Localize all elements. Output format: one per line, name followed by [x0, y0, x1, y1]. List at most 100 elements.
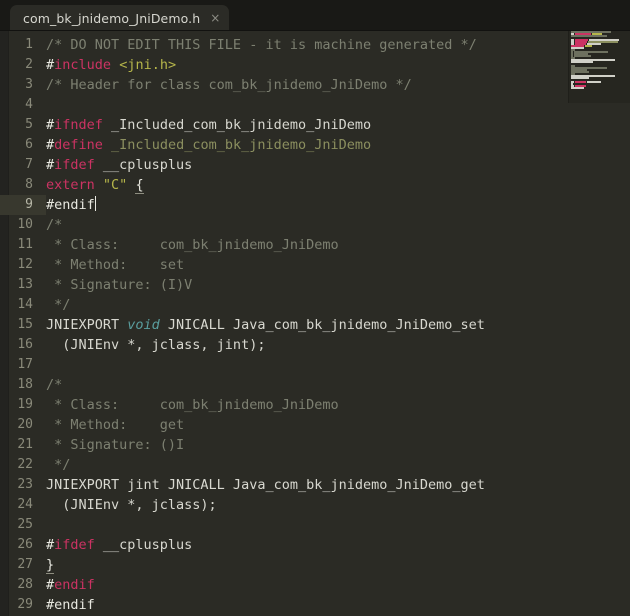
code-text: * Class: com_bk_jnidemo_JniDemo — [46, 395, 338, 415]
code-line[interactable]: 17 — [10, 355, 630, 375]
code-text: * Class: com_bk_jnidemo_JniDemo — [46, 235, 339, 255]
code-line[interactable]: 19 * Class: com_bk_jnidemo_JniDemo — [10, 395, 630, 415]
code-text: (JNIEnv *, jclass, jint); — [46, 335, 265, 355]
code-token: # — [46, 57, 55, 73]
line-number: 2 — [25, 57, 33, 72]
close-icon[interactable]: × — [210, 12, 220, 24]
code-token: include — [54, 57, 112, 73]
code-line[interactable]: 10 /* — [10, 215, 630, 235]
code-text: #ifndef _Included_com_bk_jnidemo_JniDemo — [46, 115, 371, 135]
code-token: void — [127, 317, 160, 333]
line-number: 3 — [25, 77, 33, 92]
editor-tab-active[interactable]: com_bk_jnidemo_JniDemo.h × — [10, 5, 230, 31]
code-line[interactable]: 5 #ifndef _Included_com_bk_jnidemo_JniDem… — [10, 115, 630, 135]
code-text: #endif — [46, 595, 95, 615]
code-text: JNIEXPORT jint JNICALL Java_com_bk_jnide… — [46, 475, 485, 495]
code-editor-window: com_bk_jnidemo_JniDemo.h × 1 /* DO NOT ED… — [0, 0, 630, 616]
line-number: 19 — [17, 397, 33, 412]
code-line[interactable]: 1 /* DO NOT EDIT THIS FILE - it is machin… — [10, 35, 630, 55]
minimap-segment — [574, 55, 592, 57]
line-number: 13 — [17, 277, 33, 292]
line-number: 7 — [25, 157, 33, 172]
line-number: 23 — [17, 477, 33, 492]
code-text: /* — [46, 375, 62, 395]
editor-tab-bar: com_bk_jnidemo_JniDemo.h × — [0, 0, 630, 31]
code-line[interactable]: 9 #endif — [0, 195, 630, 215]
code-line[interactable]: 26 #ifdef __cplusplus — [10, 535, 630, 555]
code-line[interactable]: 24 (JNIEnv *, jclass); — [10, 495, 630, 515]
line-number: 12 — [17, 257, 33, 272]
code-line[interactable]: 7 #ifdef __cplusplus — [10, 155, 630, 175]
code-token: define — [54, 137, 103, 153]
code-line[interactable]: 25 — [10, 515, 630, 535]
code-line[interactable]: 23 JNIEXPORT jint JNICALL Java_com_bk_jni… — [10, 475, 630, 495]
code-text: * Method: get — [46, 415, 184, 435]
code-token: # — [46, 117, 55, 133]
code-line[interactable]: 8 extern "C" { — [10, 175, 630, 195]
code-text: #endif — [46, 575, 95, 595]
line-number: 5 — [25, 117, 33, 132]
editor-body[interactable]: 1 /* DO NOT EDIT THIS FILE - it is machin… — [0, 31, 630, 616]
code-text: } — [46, 555, 55, 575]
line-number: 10 — [17, 217, 33, 232]
code-line[interactable]: 12 * Method: set — [10, 255, 630, 275]
line-number: 28 — [17, 577, 33, 592]
line-number: 4 — [25, 97, 33, 112]
code-lines-container[interactable]: 1 /* DO NOT EDIT THIS FILE - it is machin… — [0, 35, 630, 616]
code-line[interactable]: 16 (JNIEnv *, jclass, jint); — [10, 335, 630, 355]
minimap-segment — [571, 35, 607, 37]
code-text: */ — [46, 295, 70, 315]
code-line[interactable]: 21 * Signature: ()I — [10, 435, 630, 455]
minimap-segment — [571, 87, 584, 89]
code-line[interactable]: 20 * Method: get — [10, 415, 630, 435]
code-token: # — [46, 537, 55, 553]
line-number: 29 — [17, 597, 33, 612]
minimap-segment — [571, 77, 589, 79]
line-number: 21 — [17, 437, 33, 452]
code-token: _Included_com_bk_jnidemo_JniDemo — [102, 137, 372, 153]
line-number: 15 — [17, 317, 33, 332]
line-number: 22 — [17, 457, 33, 472]
code-token: # — [46, 137, 55, 153]
code-token: "C" — [102, 177, 128, 193]
code-token: * Signature: (I)V — [46, 277, 193, 293]
code-token: /* Header for class com_bk_jnidemo_JniDe… — [46, 77, 412, 93]
code-line[interactable]: 6 #define _Included_com_bk_jnidemo_JniDem… — [10, 135, 630, 155]
code-line[interactable]: 11 * Class: com_bk_jnidemo_JniDemo — [10, 235, 630, 255]
line-number: 11 — [17, 237, 33, 252]
code-minimap[interactable] — [568, 31, 630, 103]
editor-tab-label: com_bk_jnidemo_JniDemo.h — [23, 10, 201, 26]
code-line[interactable]: 15 JNIEXPORT void JNICALL Java_com_bk_jni… — [10, 315, 630, 335]
code-token: # — [46, 577, 55, 593]
line-number: 1 — [25, 37, 33, 52]
code-text: (JNIEnv *, jclass); — [46, 495, 216, 515]
code-line[interactable]: 28 #endif — [10, 575, 630, 595]
code-line[interactable]: 3 /* Header for class com_bk_jnidemo_JniD… — [10, 75, 630, 95]
code-line[interactable]: 29 #endif — [10, 595, 630, 615]
line-number: 27 — [17, 557, 33, 572]
code-line[interactable]: 18 /* — [10, 375, 630, 395]
annotation-gutter-strip[interactable] — [0, 31, 9, 616]
code-text: #include <jni.h> — [46, 55, 176, 75]
code-token: JNIEXPORT — [46, 317, 128, 333]
line-number: 20 — [17, 417, 33, 432]
minimap-segment — [587, 81, 602, 83]
code-token: * Class: com_bk_jnidemo_JniDemo — [46, 237, 339, 253]
code-text: extern "C" { — [46, 175, 144, 195]
code-token: */ — [46, 297, 71, 313]
code-token: <jni.h> — [119, 57, 177, 73]
code-token: } — [46, 557, 55, 574]
code-line[interactable]: 2 #include <jni.h> — [10, 55, 630, 75]
code-line[interactable]: 27} — [10, 555, 630, 575]
code-line[interactable]: 13 * Signature: (I)V — [10, 275, 630, 295]
code-line[interactable]: 14 */ — [10, 295, 630, 315]
code-token: * Signature: ()I — [46, 437, 185, 453]
line-number: 24 — [17, 497, 33, 512]
code-token: */ — [46, 457, 71, 473]
code-token: # — [46, 157, 55, 173]
code-line[interactable]: 4 — [10, 95, 630, 115]
line-number: 25 — [17, 517, 33, 532]
code-text: */ — [46, 455, 70, 475]
code-text: /* — [46, 215, 62, 235]
code-line[interactable]: 22 */ — [10, 455, 630, 475]
